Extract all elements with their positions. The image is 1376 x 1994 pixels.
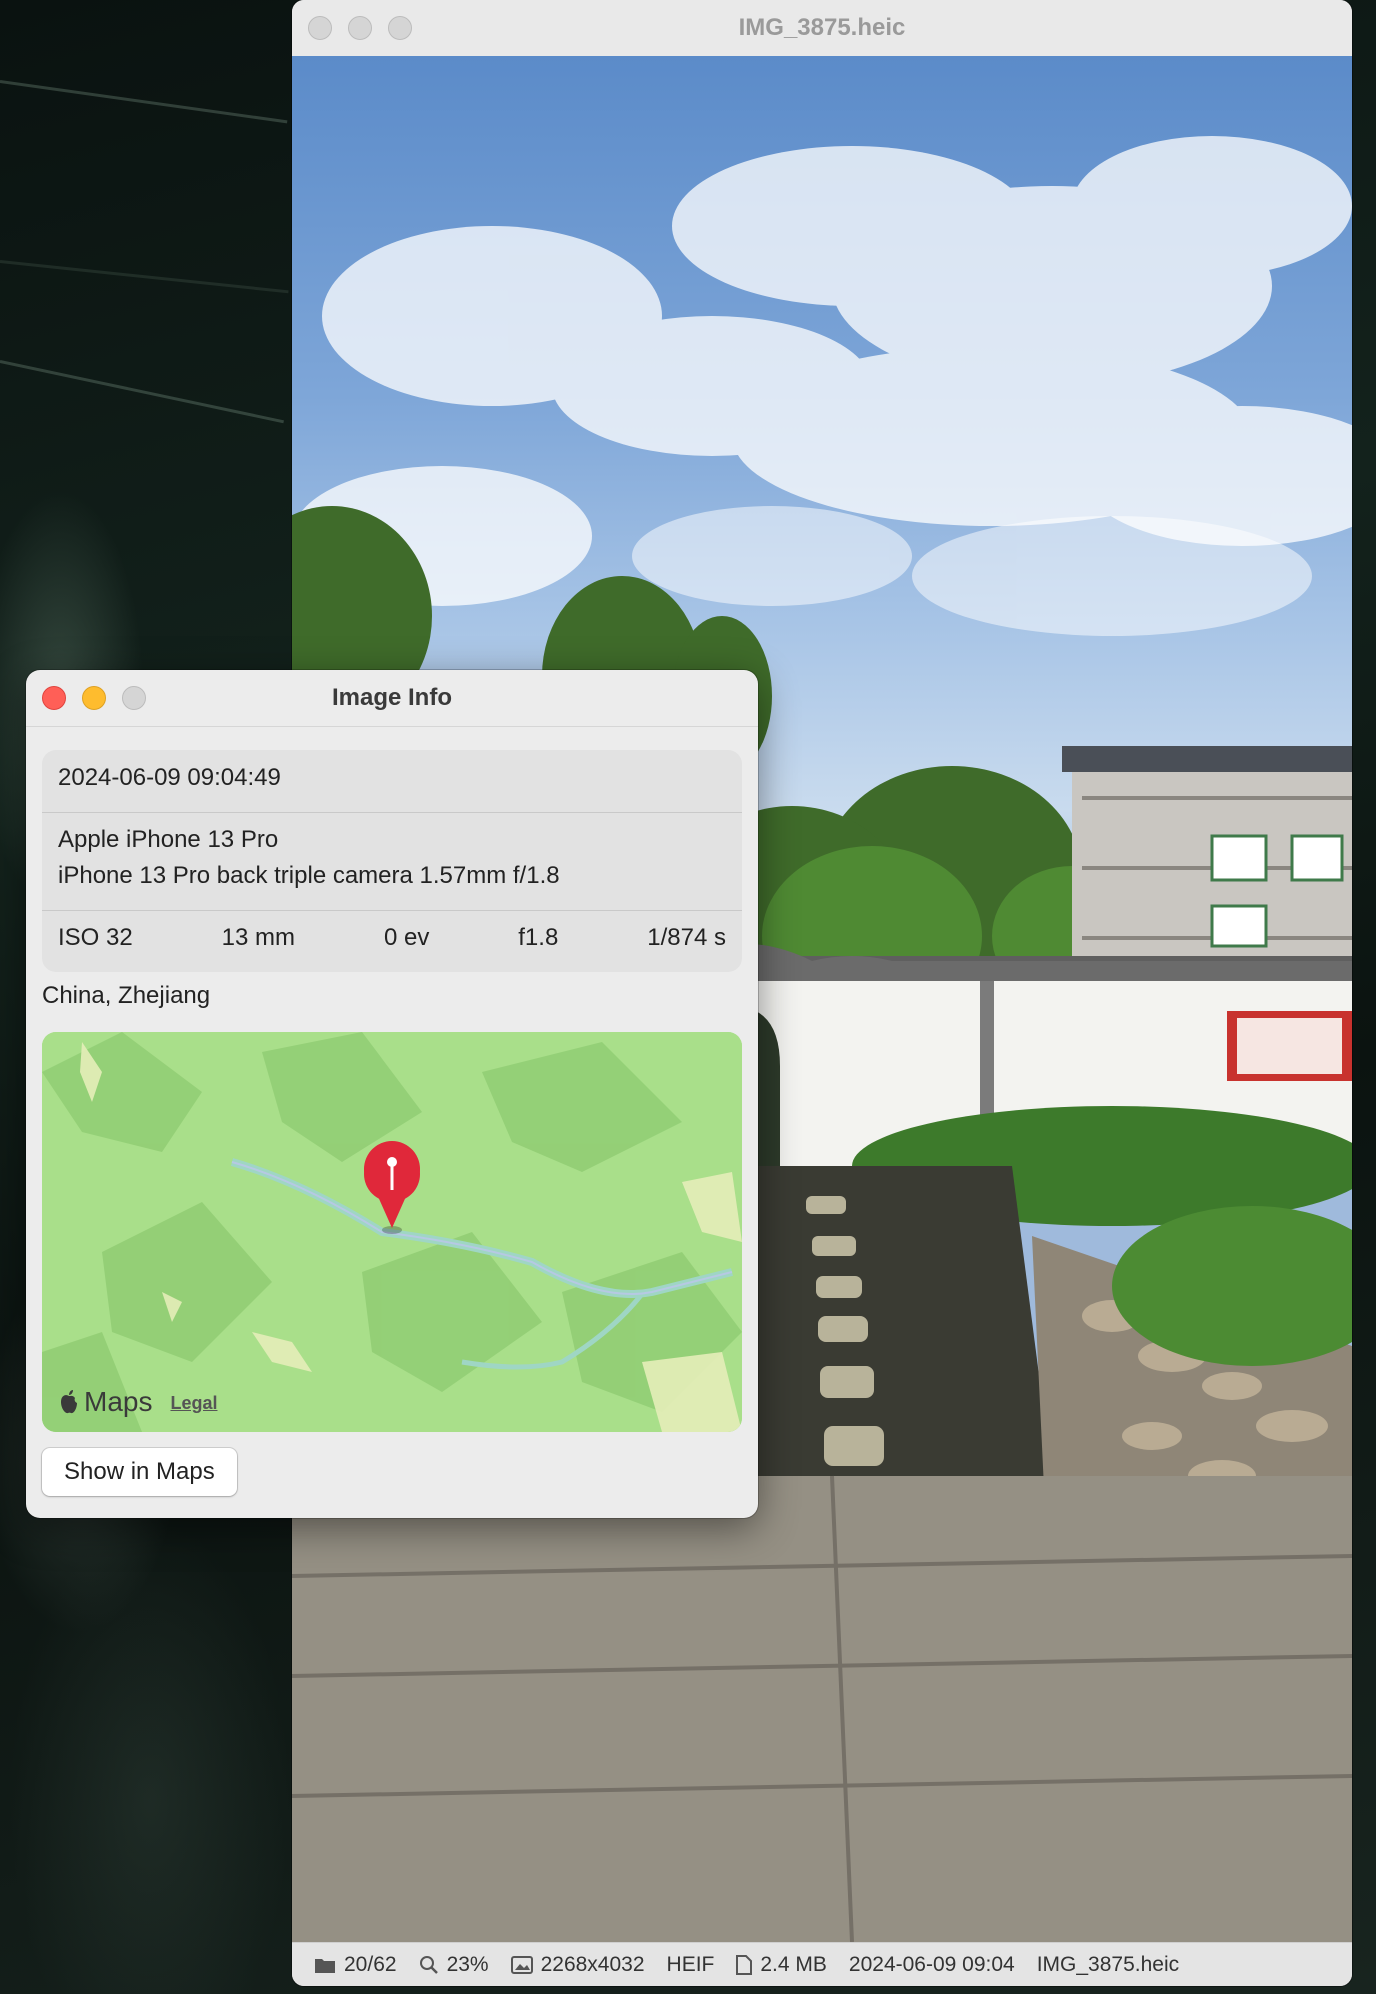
divider bbox=[42, 910, 742, 911]
leaf-vein bbox=[0, 260, 289, 294]
maps-brand-text: Maps bbox=[84, 1386, 153, 1417]
info-titlebar: Image Info bbox=[26, 670, 758, 727]
leaf-vein bbox=[0, 360, 284, 424]
shutter-speed-value: 1/874 s bbox=[647, 924, 726, 951]
exif-row: ISO 32 13 mm 0 ev f1.8 1/874 s bbox=[42, 924, 742, 952]
metadata-card: 2024-06-09 09:04:49 Apple iPhone 13 Pro … bbox=[42, 750, 742, 972]
file-name: IMG_3875.heic bbox=[1037, 1953, 1179, 1977]
page-counter: 20/62 bbox=[314, 1953, 397, 1977]
aperture-value: f1.8 bbox=[518, 924, 559, 951]
legal-link[interactable]: Legal bbox=[170, 1393, 217, 1418]
capture-date: 2024-06-09 09:04 bbox=[849, 1953, 1015, 1977]
magnifier-icon bbox=[419, 1955, 438, 1974]
preview-titlebar: IMG_3875.heic bbox=[292, 0, 1352, 57]
image-dimensions-text: 2268x4032 bbox=[540, 1952, 645, 1976]
focal-length-value: 13 mm bbox=[221, 924, 296, 951]
image-icon bbox=[510, 1955, 533, 1974]
capture-date-text: 2024-06-09 09:04 bbox=[848, 1952, 1015, 1976]
image-info-panel: Image Info 2024-06-09 09:04:49 Apple iPh… bbox=[26, 670, 758, 1518]
leaf-vein bbox=[0, 80, 288, 124]
camera-device: Apple iPhone 13 Pro bbox=[58, 826, 279, 853]
camera-lens: iPhone 13 Pro back triple camera 1.57mm … bbox=[58, 862, 560, 889]
iso-value: ISO 32 bbox=[58, 924, 133, 951]
file-size-text: 2.4 MB bbox=[760, 1952, 827, 1976]
map-terrain bbox=[42, 1032, 742, 1432]
capture-datetime: 2024-06-09 09:04:49 bbox=[58, 764, 281, 791]
zoom-level: 23% bbox=[419, 1953, 489, 1977]
file-size: 2.4 MB bbox=[736, 1953, 827, 1977]
divider bbox=[42, 812, 742, 813]
window-title: IMG_3875.heic bbox=[738, 14, 906, 41]
location-label: China, Zhejiang bbox=[42, 982, 211, 1009]
zoom-level-text: 23% bbox=[446, 1952, 489, 1976]
folder-icon bbox=[315, 1958, 335, 1973]
apple-logo-icon bbox=[61, 1390, 77, 1414]
file-name-text: IMG_3875.heic bbox=[1036, 1952, 1180, 1976]
document-icon bbox=[736, 1954, 753, 1975]
image-format: HEIF bbox=[667, 1953, 715, 1977]
location-map[interactable]: Maps Legal bbox=[42, 1032, 742, 1432]
maps-logo: Maps bbox=[58, 1386, 152, 1418]
map-attribution: Maps Legal bbox=[58, 1386, 217, 1418]
exposure-bias-value: 0 ev bbox=[383, 924, 430, 951]
image-dimensions: 2268x4032 bbox=[510, 1952, 645, 1977]
status-bar: 20/62 23% 2268x4032 HEIF 2.4 MB 2024-06-… bbox=[292, 1942, 1352, 1986]
show-in-maps-button[interactable]: Show in Maps bbox=[42, 1448, 237, 1496]
info-title: Image Info bbox=[331, 684, 452, 711]
image-format-text: HEIF bbox=[666, 1952, 715, 1976]
page-counter-text: 20/62 bbox=[344, 1952, 397, 1976]
